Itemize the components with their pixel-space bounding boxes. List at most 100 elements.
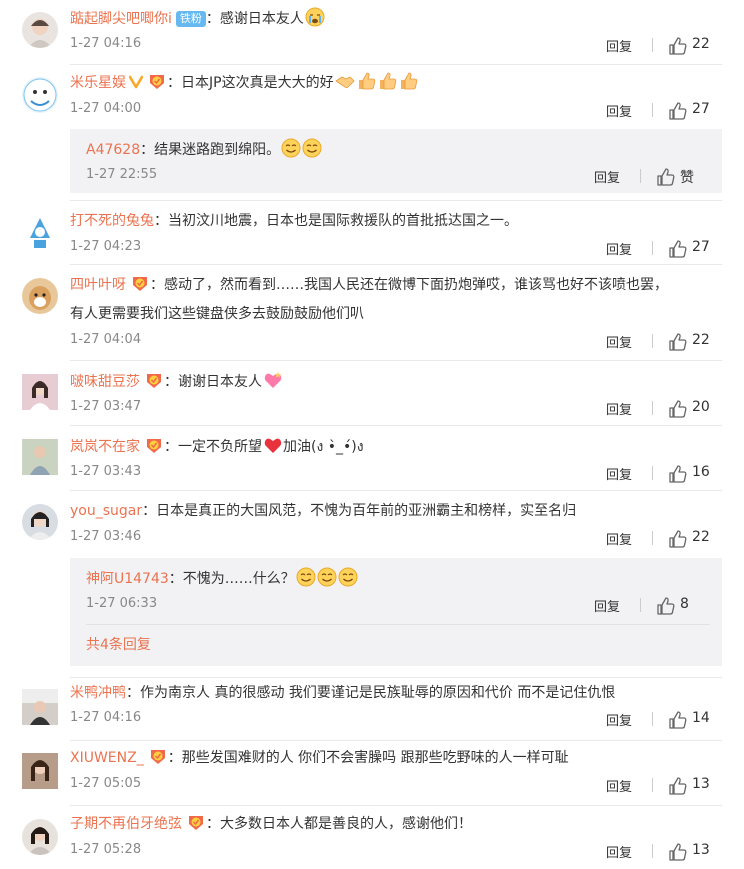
avatar[interactable]	[22, 214, 58, 250]
avatar[interactable]	[22, 77, 58, 113]
avatar[interactable]	[22, 753, 58, 789]
like-button[interactable]: 13	[652, 774, 722, 798]
reply-button[interactable]: 回复	[606, 101, 632, 120]
divider	[652, 103, 653, 117]
like-button[interactable]: 22	[652, 330, 722, 354]
comment-meta: 1-27 04:16 回复 22	[70, 36, 722, 56]
reply-button[interactable]: 回复	[606, 842, 632, 861]
like-count: 14	[692, 710, 710, 726]
like-button[interactable]: 22	[652, 34, 722, 58]
divider	[652, 778, 653, 792]
like-button[interactable]: 20	[652, 397, 722, 421]
thumbs-up-icon	[668, 710, 688, 730]
reply-button[interactable]: 回复	[606, 776, 632, 795]
username[interactable]: 子期不再伯牙绝弦	[70, 816, 182, 832]
divider	[70, 360, 722, 361]
username[interactable]: 米乐星娱	[70, 75, 126, 91]
smile-emoji-icon	[281, 138, 301, 158]
like-button[interactable]: 16	[652, 462, 722, 486]
username[interactable]: 神阿U14743	[86, 571, 169, 587]
comment-meta: 1-27 04:23 回复 27	[70, 239, 722, 259]
username[interactable]: 踮起脚尖吧唧你i	[70, 11, 172, 27]
divider	[640, 169, 641, 183]
divider	[70, 740, 722, 741]
reply-button[interactable]: 回复	[606, 399, 632, 418]
grimace-emoji-icon	[338, 567, 358, 587]
like-button[interactable]: 14	[652, 708, 722, 732]
timestamp: 1-27 05:05	[70, 776, 142, 791]
timestamp: 1-27 04:00	[70, 101, 142, 116]
divider	[640, 598, 641, 612]
divider	[70, 677, 722, 678]
comment-text: ：当初汶川地震，日本也是国际救援队的首批抵达国之一。	[154, 213, 518, 229]
timestamp: 1-27 06:33	[86, 596, 158, 611]
reply-button[interactable]: 回复	[606, 36, 632, 55]
comment-meta: 1-27 22:55 回复 赞	[86, 167, 710, 187]
comment-meta: 1-27 03:43 回复 16	[70, 464, 722, 484]
username[interactable]: you_sugar	[70, 503, 142, 519]
like-count: 27	[692, 101, 710, 117]
comment-meta: 1-27 04:00 回复 27	[70, 101, 722, 121]
avatar[interactable]	[22, 374, 58, 410]
like-count: 20	[692, 399, 710, 415]
username[interactable]: 啵味甜豆莎	[70, 374, 140, 390]
thumbs-up-icon	[656, 167, 676, 187]
thumbs-up-icon	[668, 776, 688, 796]
timestamp: 1-27 04:23	[70, 239, 142, 254]
reply-button[interactable]: 回复	[606, 239, 632, 258]
thumbs-up-icon	[668, 239, 688, 259]
username[interactable]: 打不死的兔兔	[70, 213, 154, 229]
comment-text: ：结果迷路跑到绵阳。	[140, 142, 281, 158]
like-button[interactable]: 赞	[640, 165, 710, 189]
reply-button[interactable]: 回复	[594, 167, 620, 186]
like-button[interactable]: 22	[652, 527, 722, 551]
thumbs-up-icon	[668, 36, 688, 56]
like-button[interactable]: 27	[652, 99, 722, 123]
reply-button[interactable]: 回复	[606, 710, 632, 729]
reply-button[interactable]: 回复	[606, 332, 632, 351]
timestamp: 1-27 04:16	[70, 36, 142, 51]
username[interactable]: 岚岚不在家	[70, 439, 140, 455]
like-button[interactable]: 8	[640, 594, 710, 618]
avatar[interactable]	[22, 819, 58, 855]
avatar[interactable]	[22, 689, 58, 725]
divider	[652, 531, 653, 545]
timestamp: 1-27 03:43	[70, 464, 142, 479]
reply-button[interactable]: 回复	[594, 596, 620, 615]
like-button[interactable]: 27	[652, 237, 722, 261]
thumbs-up-icon	[668, 529, 688, 549]
like-count: 22	[692, 332, 710, 348]
username[interactable]: 四叶叶呀	[70, 277, 126, 293]
like-button[interactable]: 13	[652, 840, 722, 864]
comment-meta: 1-27 03:46 回复 22	[70, 529, 722, 549]
avatar[interactable]	[22, 439, 58, 475]
grimace-emoji-icon	[317, 567, 337, 587]
username[interactable]: 米鸭冲鸭	[70, 685, 126, 701]
divider	[652, 401, 653, 415]
view-more-replies-link[interactable]: 共4条回复	[86, 637, 151, 653]
red-heart-emoji-icon	[263, 435, 283, 455]
smile-emoji-icon	[302, 138, 322, 158]
thumbs-up-icon	[668, 464, 688, 484]
like-count: 16	[692, 464, 710, 480]
comment-text: ：不愧为……什么？	[168, 571, 295, 587]
avatar[interactable]	[22, 278, 58, 314]
comment-meta: 1-27 05:05 回复 13	[70, 776, 722, 796]
divider	[70, 200, 722, 201]
comment-text: ：一定不负所望	[164, 439, 262, 455]
username[interactable]: A47628	[86, 142, 140, 158]
handshake-emoji-icon	[335, 71, 355, 91]
thumbs-up-emoji-icon	[377, 71, 397, 91]
comment-meta: 1-27 04:16 回复 14	[70, 710, 722, 730]
timestamp: 1-27 03:47	[70, 399, 142, 414]
avatar[interactable]	[22, 504, 58, 540]
thumbs-up-icon	[668, 101, 688, 121]
comment-text: ：日本是真正的大国风范，不愧为百年前的亚洲霸主和榜样，实至名归	[142, 503, 577, 519]
username[interactable]: XIUWENZ_	[70, 750, 144, 766]
reply-thread: A47628：结果迷路跑到绵阳。 1-27 22:55 回复 赞	[70, 129, 722, 193]
fan-badge[interactable]: 铁粉	[175, 11, 206, 27]
avatar[interactable]	[22, 12, 58, 48]
timestamp: 1-27 04:04	[70, 332, 142, 347]
reply-button[interactable]: 回复	[606, 529, 632, 548]
reply-button[interactable]: 回复	[606, 464, 632, 483]
